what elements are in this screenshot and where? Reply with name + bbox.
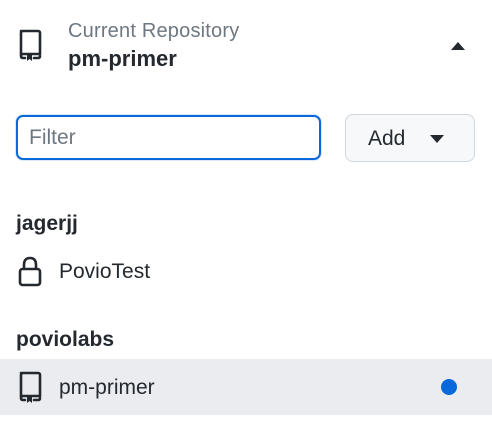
header-caption: Current Repository (68, 20, 240, 42)
group-header-poviolabs: poviolabs (16, 328, 115, 351)
current-repository-name: pm-primer (68, 46, 177, 71)
caret-up-icon[interactable] (446, 38, 470, 54)
repository-panel: Current Repository pm-primer Add jagerjj… (0, 0, 492, 432)
repo-icon (19, 29, 42, 61)
lock-icon (18, 256, 42, 287)
current-repository-header[interactable]: Current Repository pm-primer (0, 0, 492, 92)
group-header-jagerjj: jagerjj (16, 212, 78, 235)
repo-icon (19, 371, 42, 403)
repository-item-label: PovioTest (59, 260, 151, 283)
add-button[interactable]: Add (345, 114, 475, 162)
changes-indicator-dot (441, 379, 457, 395)
add-button-label: Add (368, 127, 406, 150)
repository-item-poviotest[interactable]: PovioTest (0, 243, 492, 299)
repository-item-label: pm-primer (59, 376, 155, 399)
filter-input[interactable] (16, 115, 321, 160)
repository-item-pm-primer[interactable]: pm-primer (0, 359, 492, 415)
caret-down-icon (430, 135, 444, 143)
